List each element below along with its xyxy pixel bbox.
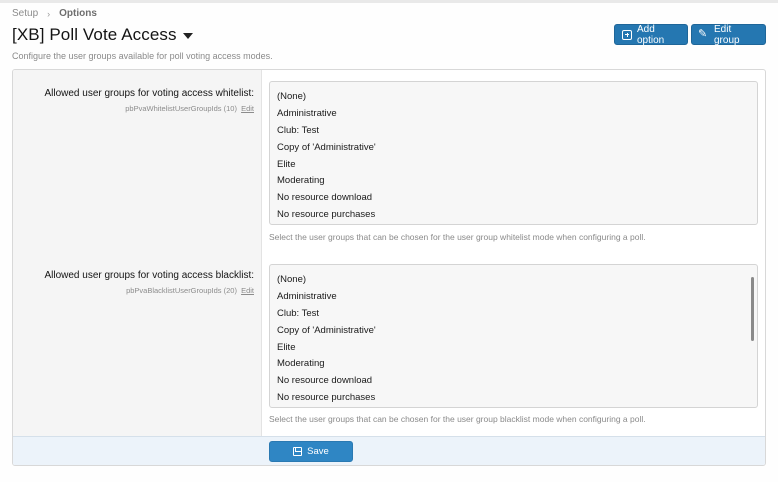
list-item[interactable]: Moderating bbox=[277, 356, 757, 373]
whitelist-label-group: Allowed user groups for voting access wh… bbox=[44, 88, 254, 113]
title-row: [XB] Poll Vote Access bbox=[12, 25, 193, 45]
save-label: Save bbox=[307, 446, 329, 457]
whitelist-select[interactable]: (None) Administrative Club: Test Copy of… bbox=[269, 81, 758, 225]
breadcrumb-setup-link[interactable]: Setup bbox=[12, 8, 38, 19]
chevron-right-icon: › bbox=[47, 8, 51, 19]
whitelist-option-id: pbPvaWhitelistUserGroupIds (10) Edit bbox=[44, 104, 254, 113]
blacklist-option-id-text: pbPvaBlacklistUserGroupIds (20) bbox=[126, 286, 237, 295]
list-item[interactable]: Copy of 'Administrative' bbox=[277, 140, 757, 157]
list-item[interactable]: Administrative bbox=[277, 106, 757, 123]
blacklist-option-id: pbPvaBlacklistUserGroupIds (20) Edit bbox=[44, 286, 254, 295]
caret-down-icon[interactable] bbox=[182, 33, 193, 39]
whitelist-edit-link[interactable]: Edit bbox=[241, 104, 254, 113]
list-item[interactable]: Administrative bbox=[277, 289, 757, 306]
edit-group-label: Edit group bbox=[714, 23, 740, 46]
blacklist-label: Allowed user groups for voting access bl… bbox=[44, 270, 254, 281]
whitelist-hint: Select the user groups that can be chose… bbox=[269, 232, 646, 242]
breadcrumb-options-link[interactable]: Options bbox=[59, 8, 97, 19]
list-item[interactable]: No resource download bbox=[277, 373, 757, 390]
blacklist-scrollbar[interactable] bbox=[751, 277, 754, 341]
list-item[interactable]: Club: Test bbox=[277, 123, 757, 140]
list-item[interactable]: (None) bbox=[277, 272, 757, 289]
add-option-button[interactable]: Add option bbox=[614, 23, 688, 46]
edit-group-button[interactable]: Edit group bbox=[691, 23, 766, 46]
blacklist-edit-link[interactable]: Edit bbox=[241, 286, 254, 295]
list-item[interactable]: (None) bbox=[277, 89, 757, 106]
page-title: [XB] Poll Vote Access bbox=[12, 25, 177, 44]
list-item[interactable]: No resource purchases bbox=[277, 390, 757, 407]
list-item[interactable]: Moderating bbox=[277, 173, 757, 190]
list-item[interactable]: Elite bbox=[277, 340, 757, 357]
list-item[interactable]: Club: Test bbox=[277, 306, 757, 323]
page-description: Configure the user groups available for … bbox=[12, 51, 273, 61]
whitelist-option-id-text: pbPvaWhitelistUserGroupIds (10) bbox=[125, 104, 237, 113]
add-option-label: Add option bbox=[637, 23, 665, 46]
list-item[interactable]: Elite bbox=[277, 157, 757, 174]
breadcrumb: Setup › Options bbox=[12, 8, 97, 19]
blacklist-label-group: Allowed user groups for voting access bl… bbox=[44, 270, 254, 295]
options-panel: Allowed user groups for voting access wh… bbox=[12, 69, 766, 466]
list-item[interactable]: No resource purchases bbox=[277, 207, 757, 224]
top-shade bbox=[0, 0, 778, 3]
list-item[interactable]: Copy of 'Administrative' bbox=[277, 323, 757, 340]
label-column: Allowed user groups for voting access wh… bbox=[13, 70, 262, 436]
whitelist-label: Allowed user groups for voting access wh… bbox=[44, 88, 254, 99]
list-item[interactable]: No resource download bbox=[277, 190, 757, 207]
pencil-icon bbox=[698, 27, 709, 40]
blacklist-select[interactable]: (None) Administrative Club: Test Copy of… bbox=[269, 264, 758, 408]
plus-square-icon bbox=[622, 29, 632, 40]
blacklist-hint: Select the user groups that can be chose… bbox=[269, 414, 646, 424]
save-icon bbox=[293, 447, 303, 456]
form-footer: Save bbox=[13, 436, 765, 465]
save-button[interactable]: Save bbox=[269, 441, 353, 462]
